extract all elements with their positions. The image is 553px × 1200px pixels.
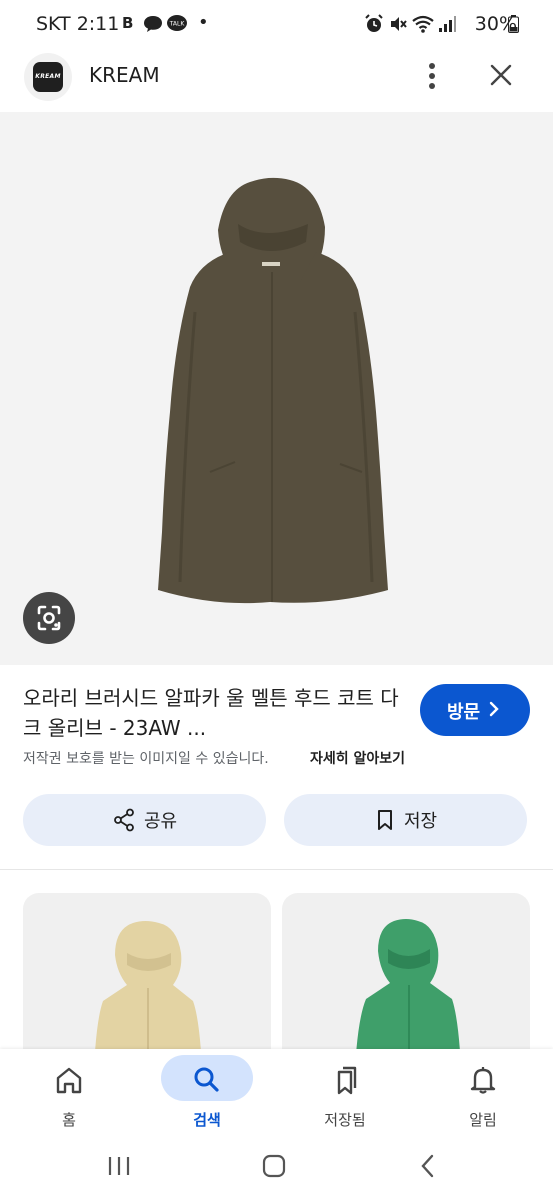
visit-button[interactable]: 방문	[420, 684, 530, 736]
close-icon[interactable]	[486, 60, 516, 90]
coat-image	[158, 177, 388, 604]
visit-label: 방문	[447, 702, 481, 723]
copyright-notice: 저작권 보호를 받는 이미지일 수 있습니다.	[23, 751, 269, 767]
back-icon[interactable]	[420, 1154, 436, 1178]
nav-notifications[interactable]: 알림	[414, 1049, 552, 1141]
nav-notifications-label: 알림	[469, 1111, 497, 1129]
home-icon	[56, 1067, 82, 1094]
bell-icon	[470, 1067, 496, 1094]
save-button[interactable]: 저장	[284, 794, 527, 846]
nav-saved[interactable]: 저장됨	[276, 1049, 414, 1141]
learn-more-link[interactable]: 자세히 알아보기	[310, 748, 405, 768]
nav-saved-label: 저장됨	[324, 1111, 366, 1129]
share-icon	[114, 808, 134, 832]
nav-home-label: 홈	[62, 1111, 76, 1129]
chevron-right-icon	[489, 701, 499, 717]
header: KREAM KREAM	[0, 50, 553, 112]
site-logo: KREAM	[24, 53, 72, 101]
product-image[interactable]	[0, 112, 553, 665]
more-vert-icon	[429, 63, 435, 69]
coat-illustration	[158, 177, 388, 604]
search-icon	[194, 1067, 219, 1092]
kream-logo-icon: KREAM	[33, 62, 63, 92]
kakaotalk-icon: TALK	[167, 15, 187, 31]
battery-icon	[508, 15, 519, 33]
recent-apps-icon[interactable]	[106, 1154, 132, 1178]
more-vert-icon-dot	[429, 83, 435, 89]
nav-home[interactable]: 홈	[0, 1049, 138, 1141]
more-options-button[interactable]	[418, 56, 446, 96]
home-button-icon[interactable]	[262, 1154, 286, 1178]
more-notifications-dot-icon: •	[198, 12, 209, 33]
mute-icon	[391, 17, 407, 31]
chat-bubble-icon	[144, 16, 162, 32]
share-button[interactable]: 공유	[23, 794, 266, 846]
bottom-navigation: 홈 검색 저장됨 알림	[0, 1049, 553, 1141]
lens-icon	[37, 605, 61, 631]
band-notification-icon: B	[122, 14, 134, 32]
save-label: 저장	[404, 811, 438, 832]
nav-search[interactable]: 검색	[138, 1049, 276, 1141]
alarm-icon	[365, 14, 383, 32]
system-navigation-bar	[0, 1141, 553, 1200]
more-vert-icon-dot	[429, 73, 435, 79]
site-name: KREAM	[89, 63, 160, 87]
status-time: SKT 2:11	[36, 13, 120, 35]
status-bar: SKT 2:11 B TALK • 30%	[0, 0, 553, 50]
google-lens-button[interactable]	[23, 592, 75, 644]
nav-search-label: 검색	[193, 1111, 221, 1129]
product-title[interactable]: 오라리 브러시드 알파카 울 멜튼 후드 코트 다크 올리브 - 23AW ..…	[23, 683, 408, 743]
signal-icon	[439, 16, 456, 32]
bookmark-icon	[378, 810, 392, 830]
wifi-icon	[412, 15, 434, 33]
saved-collections-icon	[337, 1066, 357, 1095]
divider	[0, 869, 553, 870]
svg-text:TALK: TALK	[169, 21, 186, 28]
share-label: 공유	[144, 811, 178, 832]
